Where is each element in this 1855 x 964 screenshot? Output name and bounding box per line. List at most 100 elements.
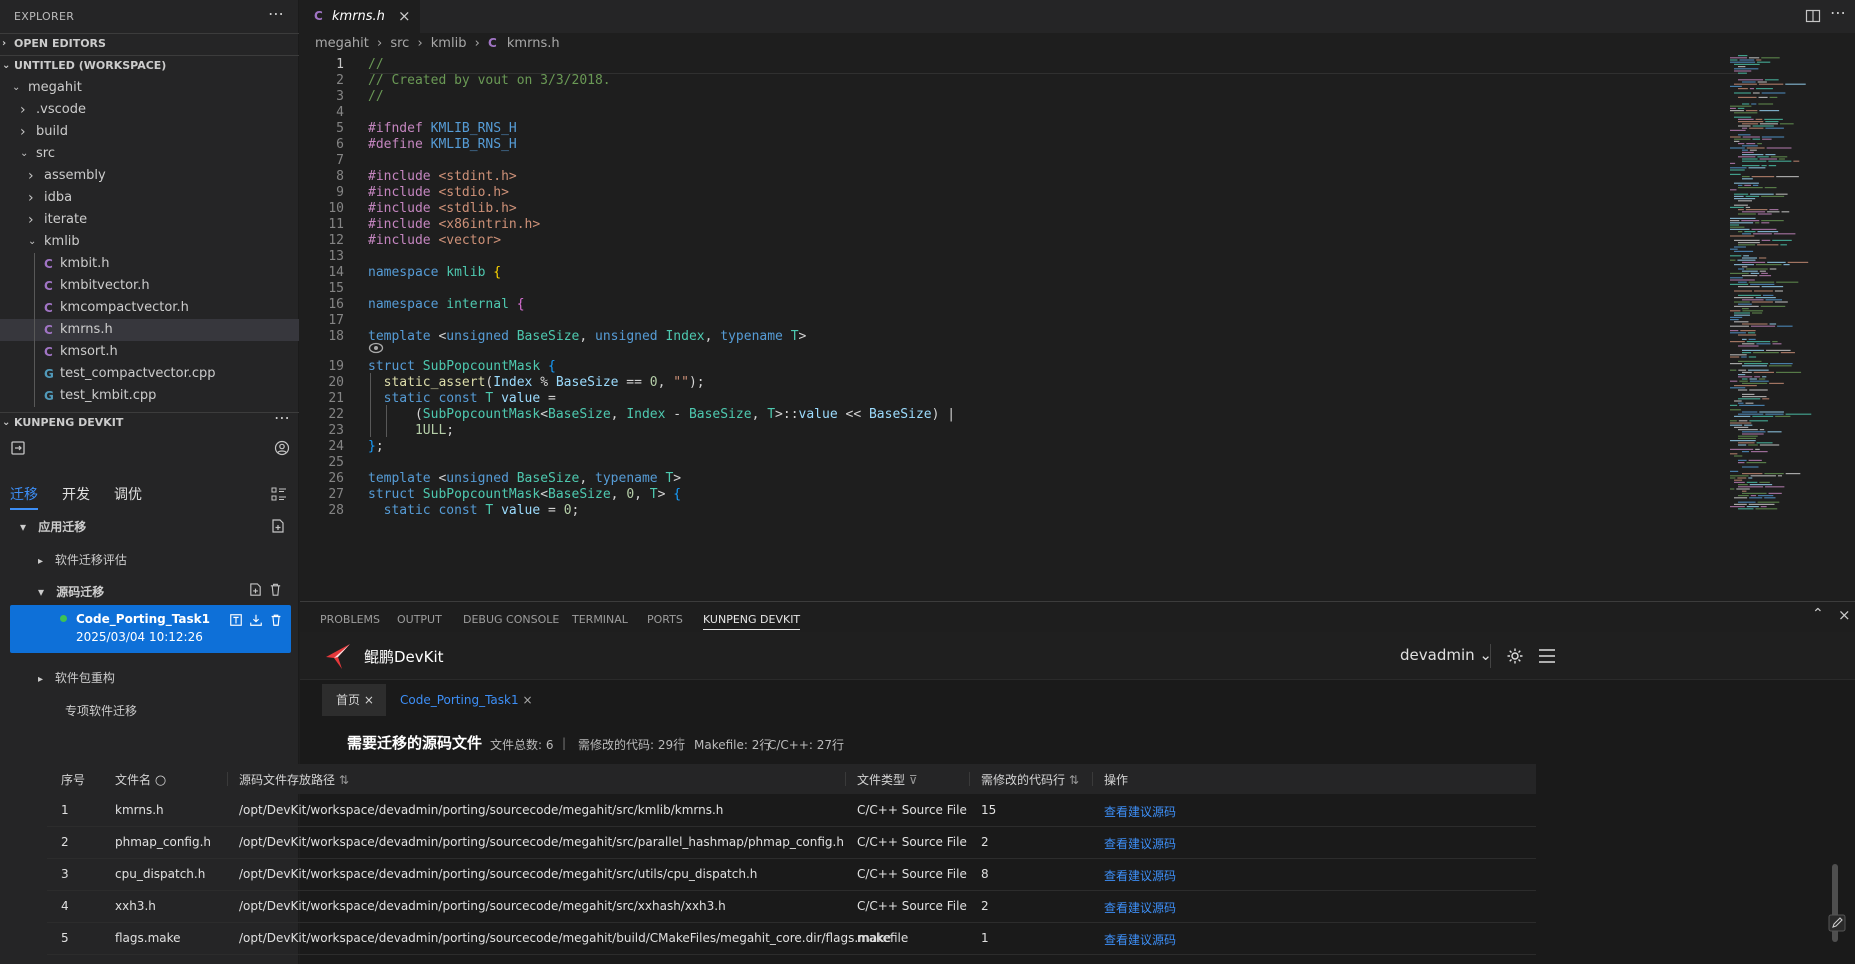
report-icon[interactable] bbox=[229, 613, 243, 627]
view-suggested-source-link[interactable]: 查看建议源码 bbox=[1104, 931, 1176, 948]
codelens-eye-icon[interactable] bbox=[368, 342, 384, 354]
tree-item[interactable]: Ckmsort.h bbox=[0, 341, 299, 363]
panel-tab-problems[interactable]: PROBLEMS bbox=[320, 613, 380, 626]
kunpeng-devkit-section[interactable]: ⌄ KUNPENG DEVKIT bbox=[0, 412, 299, 432]
minimap-line bbox=[1780, 244, 1787, 246]
tab-kmrns[interactable]: C kmrns.h × bbox=[300, 0, 420, 33]
tree-item[interactable]: ⌄ src bbox=[0, 143, 299, 165]
tree-item[interactable]: › assembly bbox=[0, 165, 299, 187]
user-menu[interactable]: devadmin ⌄ bbox=[1400, 646, 1492, 664]
package-rebuild-node[interactable]: ▸ 软件包重构 bbox=[38, 669, 115, 686]
code-editor[interactable]: 1 2 3 4 5 6 7 8 9 10 11 12 13 14 15 16 1… bbox=[300, 55, 1740, 597]
minimap-line bbox=[1764, 118, 1783, 120]
import-icon[interactable] bbox=[10, 440, 26, 456]
software-assessment-node[interactable]: ▸ 软件迁移评估 bbox=[38, 551, 127, 568]
app-migration-node[interactable]: ▾ 应用迁移 bbox=[20, 518, 86, 535]
minimap-line bbox=[1760, 506, 1767, 508]
close-tab-icon[interactable]: × bbox=[364, 693, 374, 707]
tab-tuning[interactable]: 调优 bbox=[114, 484, 142, 504]
tree-item[interactable]: › .vscode bbox=[0, 99, 299, 121]
tab-migration[interactable]: 迁移 bbox=[10, 484, 38, 510]
tree-item[interactable]: Ckmrns.h bbox=[0, 319, 299, 341]
minimap[interactable] bbox=[1730, 55, 1845, 595]
split-editor-icon[interactable] bbox=[1805, 8, 1821, 24]
minimap-line bbox=[1738, 281, 1747, 283]
tab-develop[interactable]: 开发 bbox=[62, 484, 90, 504]
kunpeng-more-icon[interactable]: ⋯ bbox=[274, 408, 290, 427]
minimap-line bbox=[1738, 125, 1751, 127]
special-migration-node[interactable]: 专项软件迁移 bbox=[65, 702, 137, 719]
minimap-line bbox=[1755, 222, 1760, 224]
task-time: 2025/03/04 10:12:26 bbox=[76, 630, 203, 644]
tree-item[interactable]: Gtest_kmbit.cpp bbox=[0, 385, 299, 407]
view-suggested-source-link[interactable]: 查看建议源码 bbox=[1104, 803, 1176, 820]
chevron-right-icon: › bbox=[28, 168, 34, 184]
tree-item[interactable]: ⌄ kmlib bbox=[0, 231, 299, 253]
close-tab-icon[interactable]: × bbox=[522, 693, 532, 707]
minimap-line bbox=[1746, 481, 1758, 483]
minimap-line bbox=[1742, 270, 1758, 272]
editor-more-icon[interactable]: ⋯ bbox=[1830, 3, 1846, 22]
view-suggested-source-link[interactable]: 查看建议源码 bbox=[1104, 899, 1176, 916]
minimap-line bbox=[1730, 147, 1745, 149]
tree-item-label: kmbitvector.h bbox=[60, 278, 150, 293]
cell-lines: 8 bbox=[981, 867, 989, 881]
webview-tab-task[interactable]: Code_Porting_Task1 × bbox=[386, 684, 547, 716]
filter-icon[interactable]: ⊽ bbox=[909, 773, 918, 787]
workspace-section[interactable]: ⌄ UNTITLED (WORKSPACE) bbox=[0, 55, 299, 75]
panel-tab-terminal[interactable]: TERMINAL bbox=[572, 613, 628, 626]
tree-item[interactable]: ⌄ megahit bbox=[0, 77, 299, 99]
breadcrumb-item[interactable]: kmlib bbox=[431, 36, 467, 51]
tree-item[interactable]: Ckmbit.h bbox=[0, 253, 299, 275]
tree-item[interactable]: › build bbox=[0, 121, 299, 143]
breadcrumb-item[interactable]: kmrns.h bbox=[507, 36, 560, 51]
tree-item[interactable]: Ckmbitvector.h bbox=[0, 275, 299, 297]
new-task-icon[interactable] bbox=[270, 518, 286, 534]
sort-icon[interactable]: ⇅ bbox=[1069, 773, 1079, 787]
view-suggested-source-link[interactable]: 查看建议源码 bbox=[1104, 867, 1176, 884]
panel-tab-ports[interactable]: PORTS bbox=[647, 613, 683, 626]
source-migration-node[interactable]: ▾ 源码迁移 bbox=[38, 583, 104, 600]
delete-task-icon[interactable] bbox=[269, 613, 283, 627]
task-card-code-porting[interactable]: Code_Porting_Task1 2025/03/04 10:12:26 bbox=[10, 605, 291, 653]
tree-item[interactable]: Gtest_compactvector.cpp bbox=[0, 363, 299, 385]
breadcrumb-item[interactable]: megahit bbox=[315, 36, 369, 51]
minimap-line bbox=[1748, 167, 1766, 169]
account-icon[interactable] bbox=[274, 440, 290, 456]
search-icon[interactable]: ○ bbox=[155, 773, 166, 788]
maximize-panel-icon[interactable]: ⌃ bbox=[1812, 606, 1824, 622]
minimap-line bbox=[1734, 305, 1759, 307]
tree-item[interactable]: › iterate bbox=[0, 209, 299, 231]
tree-item[interactable]: Ckmcompactvector.h bbox=[0, 297, 299, 319]
hamburger-menu-icon[interactable] bbox=[1538, 648, 1556, 664]
cell-lines: 15 bbox=[981, 803, 997, 817]
minimap-line bbox=[1761, 222, 1770, 224]
tree-item-label: idba bbox=[44, 190, 73, 205]
panel-tab-debug-console[interactable]: DEBUG CONSOLE bbox=[463, 613, 559, 626]
tree-item-label: assembly bbox=[44, 168, 106, 183]
cell-filetype: C/C++ Source File bbox=[857, 899, 967, 913]
download-icon[interactable] bbox=[249, 613, 263, 627]
new-source-task-icon[interactable] bbox=[248, 582, 263, 597]
cell-filetype: C/C++ Source File bbox=[857, 835, 967, 849]
delete-icon[interactable] bbox=[268, 582, 283, 597]
settings-gear-icon[interactable] bbox=[1506, 647, 1524, 665]
more-actions-icon[interactable]: ⋯ bbox=[268, 4, 284, 23]
minimap-line bbox=[1738, 213, 1756, 215]
list-view-icon[interactable] bbox=[270, 485, 288, 503]
minimap-line bbox=[1773, 233, 1796, 235]
close-tab-icon[interactable]: × bbox=[398, 7, 411, 25]
tree-item[interactable]: › idba bbox=[0, 187, 299, 209]
panel-tab-output[interactable]: OUTPUT bbox=[397, 613, 442, 626]
view-suggested-source-link[interactable]: 查看建议源码 bbox=[1104, 835, 1176, 852]
open-editors-section[interactable]: › OPEN EDITORS bbox=[0, 33, 299, 53]
panel-tab-kunpeng-devkit[interactable]: KUNPENG DEVKIT bbox=[703, 613, 801, 630]
minimap-line bbox=[1734, 250, 1754, 252]
minimap-line bbox=[1764, 473, 1784, 475]
breadcrumb-item[interactable]: src bbox=[390, 36, 409, 51]
close-panel-icon[interactable]: × bbox=[1838, 606, 1851, 624]
sort-icon[interactable]: ⇅ bbox=[339, 773, 349, 787]
minimap-line bbox=[1734, 140, 1740, 142]
feedback-edit-icon[interactable] bbox=[1828, 914, 1846, 932]
webview-tab-home[interactable]: 首页 × bbox=[322, 684, 388, 716]
